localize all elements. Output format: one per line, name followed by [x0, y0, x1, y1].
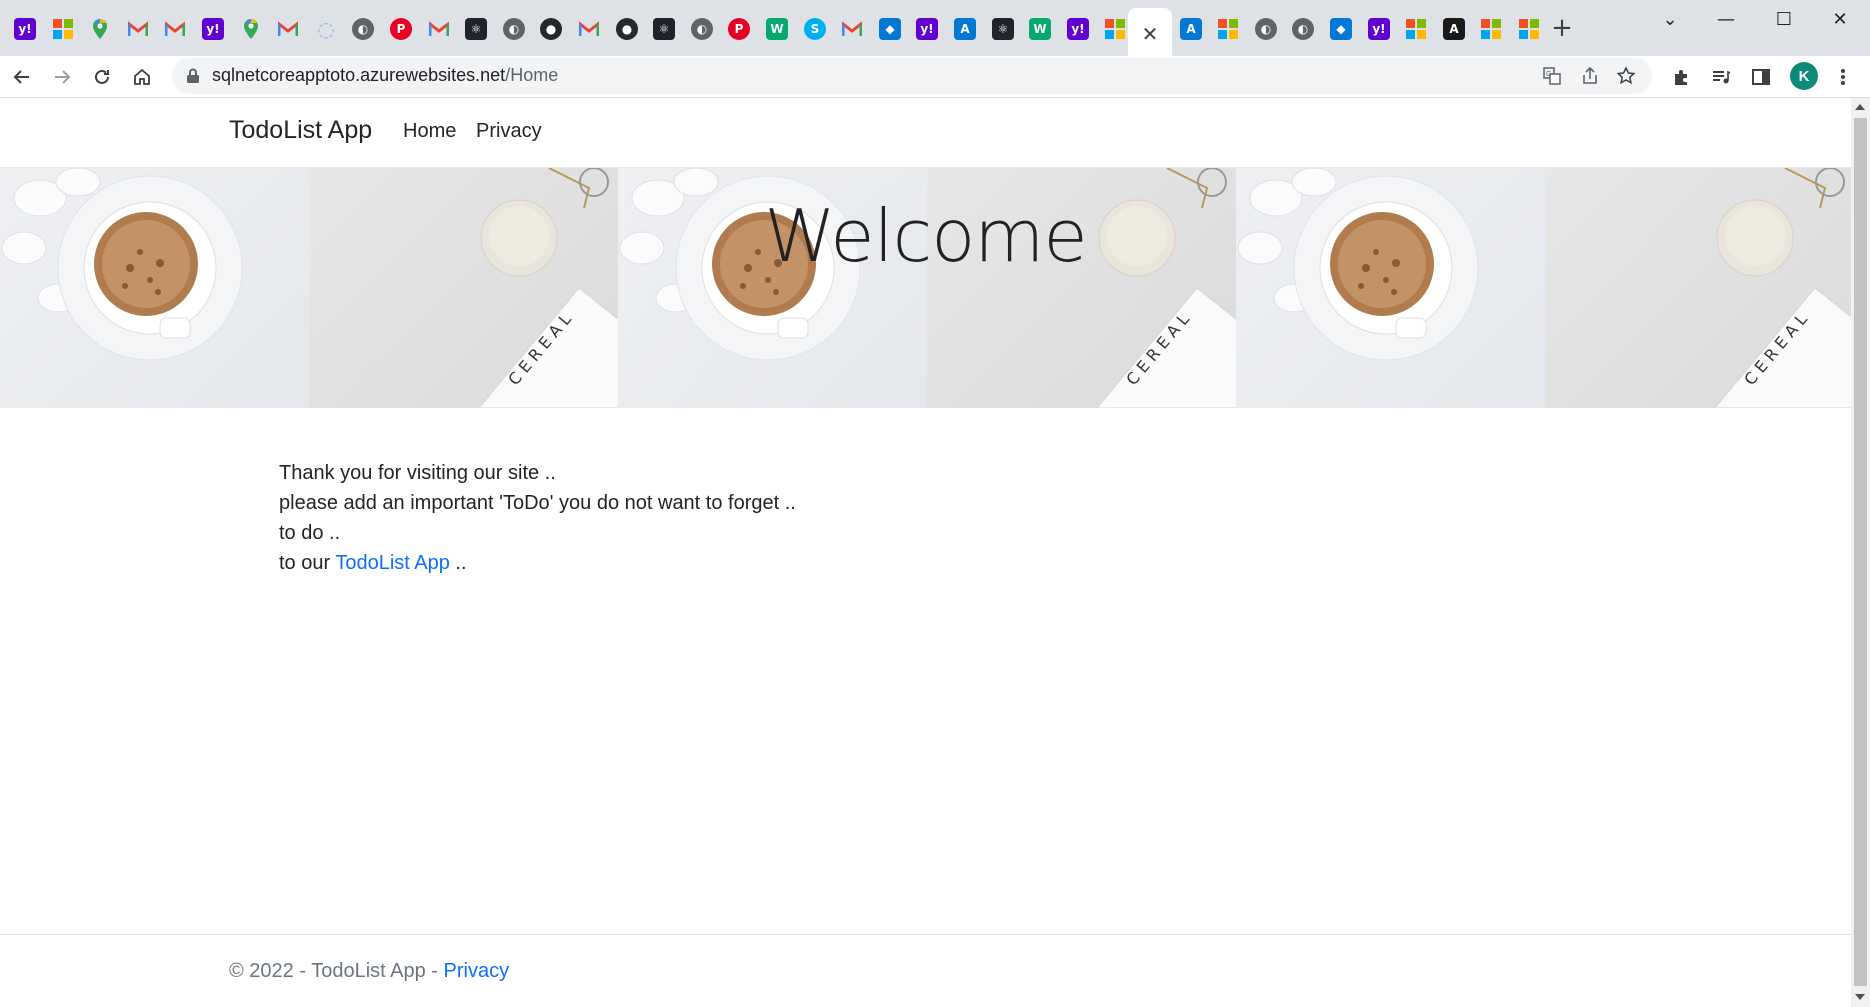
- page-viewport: TodoList App Home Privacy CEREAL CEREAL CE…: [0, 98, 1851, 1007]
- url-text[interactable]: sqlnetcoreapptoto.azurewebsites.net/Home: [212, 65, 558, 86]
- loading-icon[interactable]: ◌: [315, 17, 337, 41]
- back-button[interactable]: [7, 62, 37, 92]
- message-line-4-suffix: ..: [449, 552, 467, 574]
- reload-button[interactable]: [87, 62, 117, 92]
- scroll-thumb[interactable]: [1854, 118, 1867, 986]
- pinterest-icon[interactable]: P: [390, 18, 412, 40]
- react-icon[interactable]: ⚛: [992, 18, 1014, 40]
- yahoo-icon[interactable]: y!: [202, 18, 224, 40]
- google-maps-icon[interactable]: [89, 18, 111, 40]
- hero-title: Welcome: [764, 194, 1087, 278]
- todolist-app-link[interactable]: TodoList App: [335, 552, 450, 574]
- scroll-down-arrow[interactable]: [1855, 994, 1865, 1000]
- profile-avatar[interactable]: K: [1790, 62, 1818, 90]
- back-arrow-icon: [13, 70, 29, 84]
- svg-text:G: G: [1546, 71, 1551, 78]
- share-icon[interactable]: [1578, 64, 1602, 88]
- new-tab-button[interactable]: +: [1548, 14, 1576, 42]
- azure-devops-icon[interactable]: ◆: [1330, 18, 1352, 40]
- microsoft-icon[interactable]: [1480, 18, 1502, 40]
- yahoo-icon[interactable]: y!: [14, 18, 36, 40]
- brand-link[interactable]: TodoList App: [229, 116, 372, 145]
- translate-icon[interactable]: G: [1540, 64, 1564, 88]
- page-scrollbar[interactable]: [1851, 98, 1870, 1007]
- nav-privacy-link[interactable]: Privacy: [476, 120, 542, 143]
- active-tab[interactable]: ✕: [1128, 8, 1172, 60]
- globe-icon[interactable]: ◐: [352, 18, 374, 40]
- footer-privacy-link[interactable]: Privacy: [444, 960, 510, 982]
- angular-icon[interactable]: A: [1443, 18, 1465, 40]
- site-navbar: TodoList App Home Privacy: [0, 98, 1851, 168]
- maximize-button[interactable]: ☐: [1762, 6, 1806, 34]
- globe-icon[interactable]: ◐: [1292, 18, 1314, 40]
- home-icon: [134, 68, 150, 85]
- gmail-icon[interactable]: [578, 18, 600, 40]
- gmail-icon[interactable]: [127, 18, 149, 40]
- nav-home-link[interactable]: Home: [403, 120, 456, 143]
- lock-icon[interactable]: [186, 68, 200, 84]
- close-tab-icon[interactable]: ✕: [1142, 22, 1159, 46]
- message-line-4-prefix: to our: [279, 552, 336, 574]
- bookmark-star-icon[interactable]: [1614, 64, 1638, 88]
- address-bar[interactable]: sqlnetcoreapptoto.azurewebsites.net/Home…: [172, 58, 1652, 94]
- github-icon[interactable]: ●: [616, 18, 638, 40]
- github-icon[interactable]: ●: [540, 18, 562, 40]
- welcome-message: Thank you for visiting our site .. pleas…: [279, 458, 796, 578]
- yahoo-icon[interactable]: y!: [1368, 18, 1390, 40]
- yahoo-icon[interactable]: y!: [916, 18, 938, 40]
- globe-icon[interactable]: ◐: [1255, 18, 1277, 40]
- home-button[interactable]: [127, 62, 157, 92]
- message-line-2: please add an important 'ToDo' you do no…: [279, 492, 796, 514]
- react-icon[interactable]: ⚛: [465, 18, 487, 40]
- gmail-icon[interactable]: [277, 18, 299, 40]
- more-menu-icon[interactable]: [1830, 64, 1856, 90]
- forward-button[interactable]: [47, 62, 77, 92]
- yahoo-icon[interactable]: y!: [1067, 18, 1089, 40]
- skype-icon[interactable]: S: [804, 18, 826, 40]
- url-host: sqlnetcoreapptoto.azurewebsites.net: [212, 65, 506, 85]
- microsoft-icon[interactable]: [1217, 18, 1239, 40]
- scroll-up-arrow[interactable]: [1855, 104, 1865, 110]
- w3schools-icon[interactable]: W: [1029, 18, 1051, 40]
- browser-toolbar: sqlnetcoreapptoto.azurewebsites.net/Home…: [0, 56, 1870, 98]
- message-line-3: to do ..: [279, 522, 341, 544]
- gmail-icon[interactable]: [164, 18, 186, 40]
- copyright-text: © 2022 - TodoList App -: [229, 960, 444, 982]
- globe-icon[interactable]: ◐: [503, 18, 525, 40]
- tab-search-icon[interactable]: ⌄: [1648, 6, 1692, 34]
- site-footer: © 2022 - TodoList App - Privacy: [0, 934, 1851, 1007]
- side-panel-icon[interactable]: [1748, 64, 1774, 90]
- w3schools-icon[interactable]: W: [766, 18, 788, 40]
- azure-devops-icon[interactable]: ◆: [879, 18, 901, 40]
- azure-icon[interactable]: A: [954, 18, 976, 40]
- footer-text: © 2022 - TodoList App - Privacy: [229, 960, 509, 983]
- globe-icon[interactable]: ◐: [691, 18, 713, 40]
- extensions-icon[interactable]: [1668, 64, 1694, 90]
- close-window-button[interactable]: ✕: [1818, 6, 1862, 34]
- gmail-icon[interactable]: [841, 18, 863, 40]
- message-line-4: to our TodoList App ..: [279, 548, 796, 578]
- tab-strip: y! y! ◌ ◐ P ⚛ ◐ ● ● ⚛ ◐ P W S ◆ y! A ⚛ Wy! A ◐ ◐ ◆ y! A ✕ + ⌄ — …: [0, 0, 1870, 60]
- message-line-1: Thank you for visiting our site ..: [279, 462, 556, 484]
- hero-banner: CEREAL CEREAL CEREAL Welcome: [0, 168, 1851, 408]
- microsoft-icon[interactable]: [1518, 18, 1540, 40]
- gmail-icon[interactable]: [428, 18, 450, 40]
- minimize-button[interactable]: —: [1704, 6, 1748, 34]
- microsoft-icon[interactable]: [1405, 18, 1427, 40]
- react-icon[interactable]: ⚛: [653, 18, 675, 40]
- pinterest-icon[interactable]: P: [728, 18, 750, 40]
- microsoft-icon[interactable]: [1104, 18, 1126, 40]
- microsoft-icon[interactable]: [52, 18, 74, 40]
- google-maps-icon[interactable]: [240, 18, 262, 40]
- reload-icon: [95, 69, 109, 84]
- azure-icon[interactable]: A: [1180, 18, 1202, 40]
- media-control-icon[interactable]: [1708, 64, 1734, 90]
- forward-arrow-icon: [55, 70, 71, 84]
- url-path: /Home: [505, 65, 559, 85]
